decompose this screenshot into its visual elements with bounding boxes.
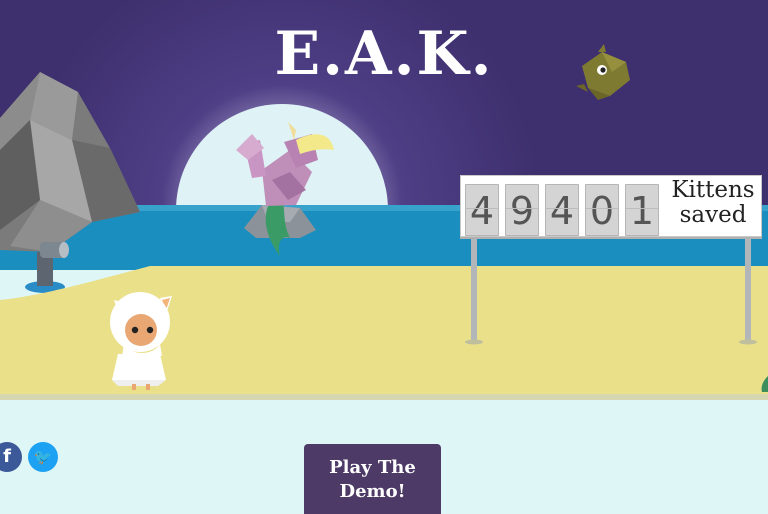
play-demo-line2: Demo! [339, 481, 406, 502]
sign-post-left [471, 232, 477, 342]
kittens-label-line1: Kittens [671, 177, 755, 203]
counter-digit: 0 [585, 184, 619, 236]
twitter-icon[interactable]: 🐦 [28, 442, 58, 472]
kittens-label-line2: saved [679, 202, 747, 228]
kittens-saved-label: Kittens saved [663, 178, 763, 228]
game-title: E.A.K. [274, 19, 494, 89]
play-demo-line1: Play The [329, 457, 416, 478]
counter-digit: 9 [505, 184, 539, 236]
counter-digit: 4 [545, 184, 579, 236]
kittens-saved-sign: 4 9 4 0 1 Kittens saved [460, 175, 762, 237]
sign-post-right [745, 232, 751, 342]
counter-digit: 1 [625, 184, 659, 236]
kitten-character [110, 292, 172, 390]
counter-digit: 4 [465, 184, 499, 236]
play-demo-button[interactable]: Play The Demo! [304, 444, 441, 514]
